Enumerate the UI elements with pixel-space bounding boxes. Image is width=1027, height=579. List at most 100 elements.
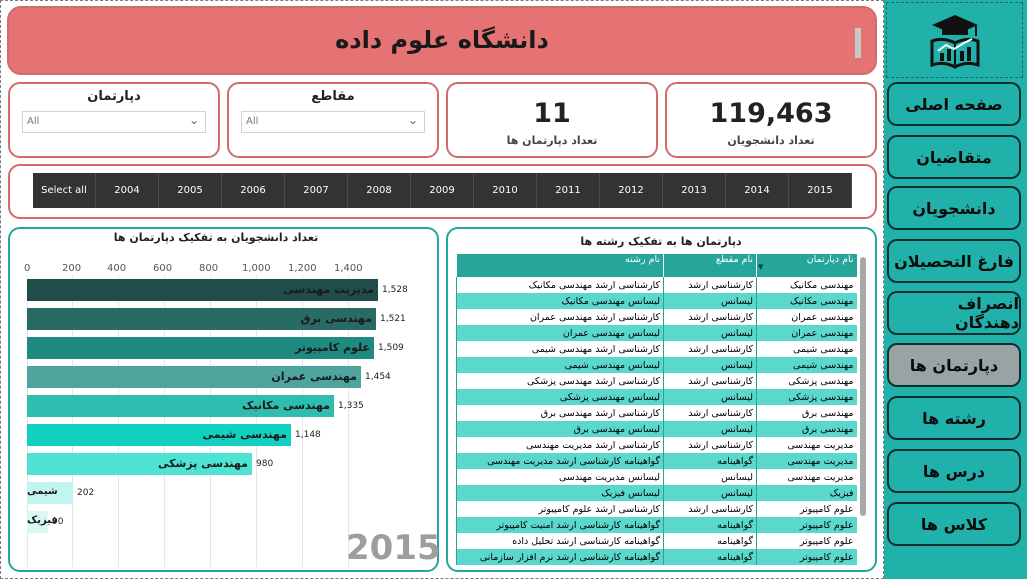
nav-departments[interactable]: دپارتمان ها [887, 343, 1021, 387]
bar[interactable]: شیمی [27, 482, 73, 504]
year-button-2006[interactable]: 2006 [222, 173, 285, 208]
nav-majors[interactable]: رشته ها [887, 396, 1021, 440]
bar[interactable]: مدیریت مهندسی [27, 279, 378, 301]
bar-value-label: 1,454 [365, 372, 391, 382]
year-button-2004[interactable]: 2004 [96, 173, 159, 208]
column-header-level[interactable]: نام مقطع [663, 254, 757, 277]
table-cell-department: مهندسی شیمی [756, 357, 857, 373]
bar[interactable]: مهندسی برق [27, 308, 376, 330]
table-row[interactable]: مهندسی پزشکی لیسانس لیسانس مهندسی پزشکی [456, 389, 857, 405]
table-cell-major: لیسانس مهندسی عمران [456, 325, 664, 341]
table-row[interactable]: مهندسی پزشکی کارشناسی ارشد کارشناسی ارشد م… [456, 373, 857, 389]
bar-value-label: 1,335 [338, 401, 364, 411]
level-slicer-label: مقاطع [311, 89, 355, 104]
table-row[interactable]: فیزیک لیسانس لیسانس فیزیک [456, 485, 857, 501]
table-cell-level: کارشناسی ارشد [663, 373, 757, 389]
table-row[interactable]: مهندسی مکانیک کارشناسی ارشد کارشناسی ارشد … [456, 277, 857, 293]
year-button-2014[interactable]: 2014 [726, 173, 789, 208]
table-cell-department: علوم کامپیوتر [756, 549, 857, 565]
bar-value-label: 1,509 [378, 343, 404, 353]
table-row[interactable]: مدیریت مهندسی کارشناسی ارشد کارشناسی ارشد … [456, 437, 857, 453]
table-row[interactable]: علوم کامپیوتر کارشناسی ارشد کارشناسی ارشد … [456, 501, 857, 517]
nav-students[interactable]: دانشجویان [887, 186, 1021, 230]
bar[interactable]: مهندسی عمران [27, 366, 361, 388]
table-cell-department: فیزیک [756, 485, 857, 501]
year-button-2012[interactable]: 2012 [600, 173, 663, 208]
table-cell-level: کارشناسی ارشد [663, 437, 757, 453]
nav-courses[interactable]: درس ها [887, 449, 1021, 493]
table-row[interactable]: مهندسی برق کارشناسی ارشد کارشناسی ارشد مهن… [456, 405, 857, 421]
nav-classes[interactable]: کلاس ها [887, 502, 1021, 546]
table-cell-level: گواهینامه [663, 453, 757, 469]
x-axis-tick: 400 [107, 263, 127, 274]
table-cell-major: کارشناسی ارشد مهندسی مکانیک [456, 277, 664, 293]
table-cell-major: لیسانس مهندسی شیمی [456, 357, 664, 373]
table-cell-level: لیسانس [663, 293, 757, 309]
nav-home[interactable]: صفحه اصلی [887, 82, 1021, 126]
nav-dropouts[interactable]: انصراف دهندگان [887, 291, 1021, 335]
table-cell-department: مهندسی شیمی [756, 341, 857, 357]
table-row[interactable]: علوم کامپیوتر گواهینامه گواهینامه کارشناسی… [456, 533, 857, 549]
table-cell-major: کارشناسی ارشد مدیریت مهندسی [456, 437, 664, 453]
year-button-2007[interactable]: 2007 [285, 173, 348, 208]
year-button-2005[interactable]: 2005 [159, 173, 222, 208]
level-dropdown-value: All [246, 116, 259, 127]
table-cell-level: لیسانس [663, 485, 757, 501]
table-cell-department: مدیریت مهندسی [756, 453, 857, 469]
table-cell-level: گواهینامه [663, 517, 757, 533]
bar-value-label: 202 [77, 488, 95, 498]
table-cell-level: کارشناسی ارشد [663, 277, 757, 293]
table-cell-major: کارشناسی ارشد علوم کامپیوتر [456, 501, 664, 517]
bar[interactable]: مهندسی مکانیک [27, 395, 334, 417]
year-button-2008[interactable]: 2008 [348, 173, 411, 208]
bar-category-label: شیمی [27, 486, 58, 497]
nav-graduates[interactable]: فارغ التحصیلان [887, 239, 1021, 283]
column-header-department[interactable]: نام دپارتمان ▼ [756, 254, 857, 277]
x-axis-tick: 1,000 [242, 263, 271, 274]
year-button-2015[interactable]: 2015 [789, 173, 852, 208]
year-button-2011[interactable]: 2011 [537, 173, 600, 208]
table-scrollbar[interactable] [860, 257, 866, 516]
department-dropdown[interactable]: All ⌄ [22, 111, 206, 133]
bar-value-label: 90 [52, 517, 64, 527]
table-row[interactable]: مهندسی مکانیک لیسانس لیسانس مهندسی مکانیک [456, 293, 857, 309]
table-row[interactable]: علوم کامپیوتر گواهینامه گواهینامه کارشناسی… [456, 517, 857, 533]
bar-category-label: مهندسی مکانیک [242, 399, 330, 412]
chart-title: تعداد دانشجویان به تفکیک دپارتمان ها [113, 231, 319, 244]
table-cell-major: کارشناسی ارشد مهندسی عمران [456, 309, 664, 325]
table-cell-department: مهندسی برق [756, 405, 857, 421]
bar[interactable]: علوم کامپیوتر [27, 337, 374, 359]
x-axis-tick: 1,200 [288, 263, 317, 274]
bar[interactable]: فیزیک [27, 511, 58, 533]
table-row[interactable]: مدیریت مهندسی گواهینامه گواهینامه کارشناسی… [456, 453, 857, 469]
year-button-2013[interactable]: 2013 [663, 173, 726, 208]
table-row[interactable]: مهندسی عمران لیسانس لیسانس مهندسی عمران [456, 325, 857, 341]
table-row[interactable]: مدیریت مهندسی لیسانس لیسانس مدیریت مهندسی [456, 469, 857, 485]
bar-value-label: 1,528 [382, 285, 408, 295]
table-row[interactable]: علوم کامپیوتر گواهینامه گواهینامه کارشناسی… [456, 549, 857, 565]
table-cell-level: لیسانس [663, 421, 757, 437]
year-button-2009[interactable]: 2009 [411, 173, 474, 208]
table-cell-level: کارشناسی ارشد [663, 405, 757, 421]
bar[interactable]: مهندسی پزشکی [27, 453, 252, 475]
graduation-cap-book-chart-icon [930, 15, 979, 69]
bar-category-label: علوم کامپیوتر [295, 341, 370, 354]
table-cell-level: گواهینامه [663, 549, 757, 565]
table-row[interactable]: مهندسی شیمی کارشناسی ارشد کارشناسی ارشد مه… [456, 341, 857, 357]
nav-applicants[interactable]: متقاضیان [887, 135, 1021, 179]
sidebar-nav: صفحه اصلی متقاضیان دانشجویان فارغ التحصی… [884, 0, 1027, 579]
title-banner: دانشگاه علوم داده [7, 6, 877, 75]
table-row[interactable]: مهندسی برق لیسانس لیسانس مهندسی برق [456, 421, 857, 437]
table-row[interactable]: مهندسی شیمی لیسانس لیسانس مهندسی شیمی [456, 357, 857, 373]
table-header-row: نام دپارتمان ▼ نام مقطع نام رشته [456, 254, 857, 277]
table-cell-major: کارشناسی ارشد مهندسی برق [456, 405, 664, 421]
table-cell-major: لیسانس مهندسی مکانیک [456, 293, 664, 309]
year-button-2010[interactable]: 2010 [474, 173, 537, 208]
level-dropdown[interactable]: All ⌄ [241, 111, 425, 133]
table-row[interactable]: مهندسی عمران کارشناسی ارشد کارشناسی ارشد م… [456, 309, 857, 325]
column-header-major[interactable]: نام رشته [456, 254, 664, 277]
table-cell-level: لیسانس [663, 325, 757, 341]
bar[interactable]: مهندسی شیمی [27, 424, 291, 446]
page-title: دانشگاه علوم داده [335, 26, 549, 54]
year-select-all-button[interactable]: Select all [33, 173, 96, 208]
